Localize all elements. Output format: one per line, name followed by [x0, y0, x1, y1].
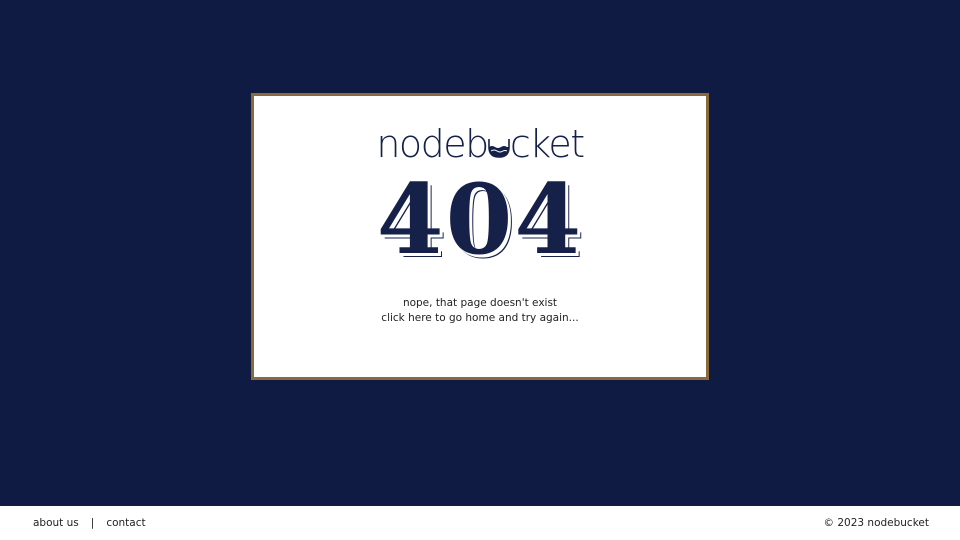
footer-links: about us | contact — [33, 517, 146, 529]
logo: nodeb cket — [254, 122, 706, 166]
logo-text-start: nodeb — [376, 122, 489, 166]
logo-text-end: cket — [509, 122, 585, 166]
bucket-icon — [488, 133, 510, 159]
home-link[interactable]: click here to go home and try again... — [381, 312, 578, 324]
footer: about us | contact © 2023 nodebucket — [0, 506, 960, 540]
page: nodeb cket 404 nope, that page doesn't ex… — [0, 0, 960, 540]
error-message: nope, that page doesn't exist click here… — [254, 296, 706, 326]
about-us-link[interactable]: about us — [33, 517, 79, 529]
contact-link[interactable]: contact — [106, 517, 145, 529]
error-message-line: nope, that page doesn't exist — [402, 297, 558, 309]
error-code: 404 — [376, 163, 584, 276]
error-card: nodeb cket 404 nope, that page doesn't ex… — [251, 93, 709, 380]
footer-separator: | — [90, 517, 95, 529]
copyright: © 2023 nodebucket — [823, 517, 929, 529]
